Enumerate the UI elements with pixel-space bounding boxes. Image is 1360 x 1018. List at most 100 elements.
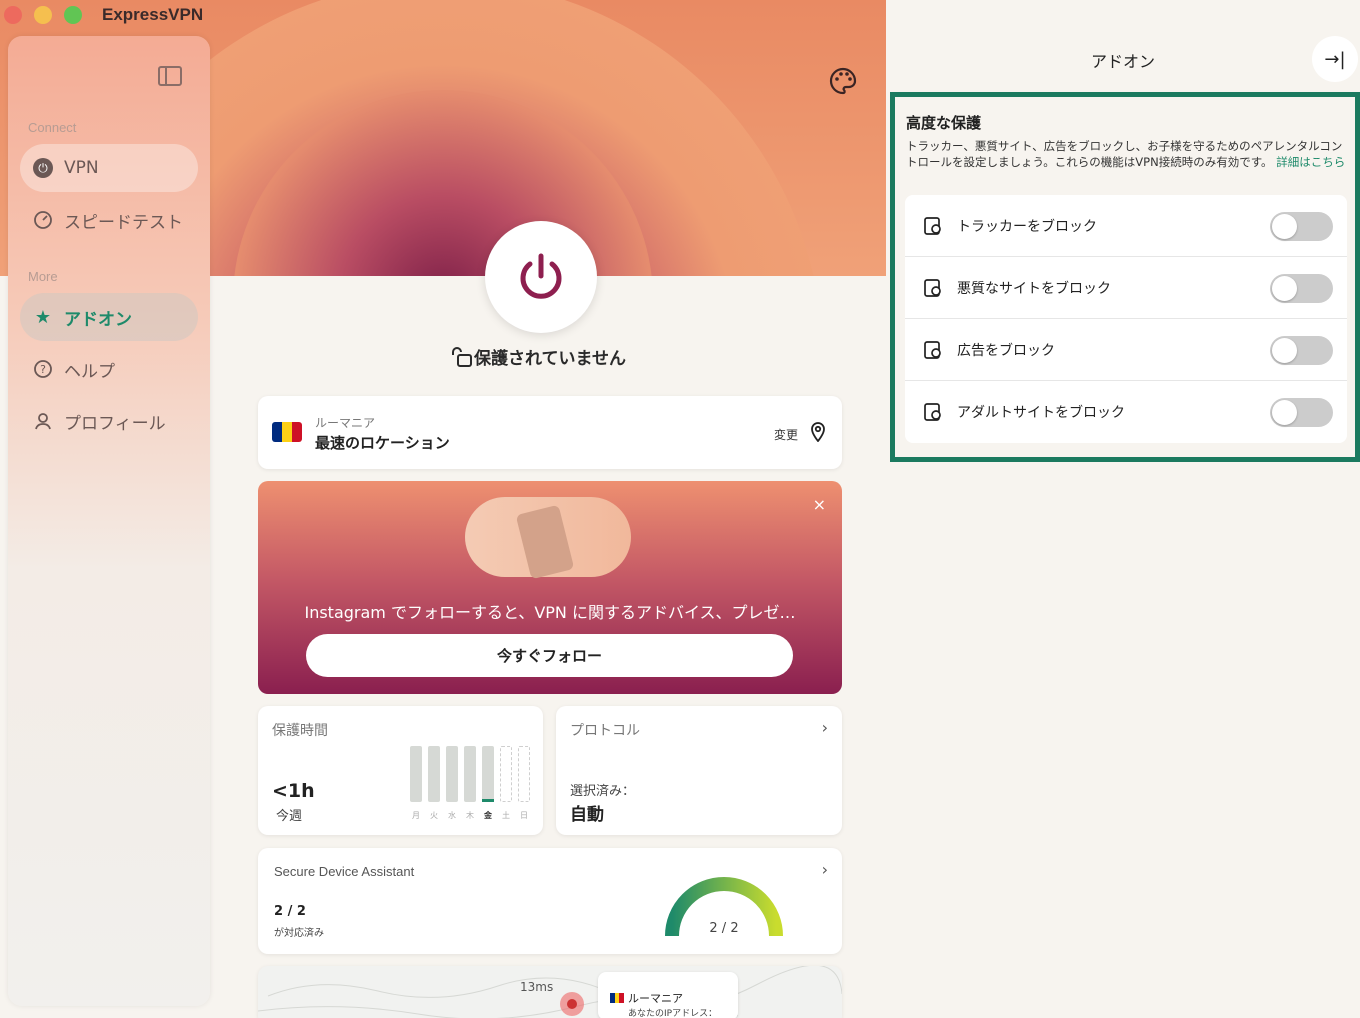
shield-block-icon: [924, 216, 941, 235]
shield-block-icon: [924, 340, 941, 359]
power-icon: ⏻: [32, 157, 54, 179]
map-ip-label: あなたのIPアドレス：: [628, 1009, 718, 1018]
gauge-label: 2 / 2: [709, 921, 738, 936]
power-icon: [520, 253, 562, 299]
advanced-protection-toggles: トラッカーをブロック 悪質なサイトをブロック 広告をブロック アダルトサイトをブ…: [905, 195, 1347, 443]
title-bar: ExpressVPN: [0, 0, 220, 32]
connection-status: 保護されていません: [450, 344, 626, 369]
palette-icon[interactable]: [828, 66, 858, 96]
sidebar-item-vpn[interactable]: ⏻ VPN: [20, 144, 198, 192]
status-text: 保護されていません: [474, 349, 626, 369]
romania-flag-icon: [610, 993, 625, 1003]
star-icon: ★: [34, 306, 52, 328]
sidebar-item-label: ヘルプ: [64, 361, 115, 382]
toggle-label: アダルトサイトをブロック: [957, 405, 1125, 421]
sda-gauge: 2 / 2: [665, 877, 783, 937]
toggle-label: 悪質なサイトをブロック: [957, 280, 1111, 297]
protocol-card[interactable]: プロトコル › 選択済み： 自動: [556, 706, 842, 835]
block-trackers-toggle[interactable]: [1270, 212, 1333, 241]
toggle-row-trackers: トラッカーをブロック: [905, 195, 1347, 257]
block-ads-toggle[interactable]: [1270, 336, 1333, 365]
toggle-row-ads: 広告をブロック: [905, 319, 1347, 381]
sidebar-item-profile[interactable]: プロフィール: [20, 397, 198, 445]
sidebar-item-addons[interactable]: ★ アドオン: [20, 293, 198, 341]
promo-text: Instagram でフォローすると、VPN に関するアドバイス、プレゼ…: [304, 603, 796, 622]
sda-sub: が対応済み: [274, 928, 324, 939]
protection-time-card: 保護時間 月 火 水 木 金 土 日 <1h 今週: [258, 706, 543, 835]
learn-more-link[interactable]: 詳細はこちら: [1276, 155, 1345, 169]
sidebar: Connect ⏻ VPN スピードテスト More ★ アドオン ? ヘルプ …: [8, 36, 210, 1006]
protection-time-value: <1h: [272, 780, 315, 802]
secure-device-assistant-card[interactable]: Secure Device Assistant › 2 / 2 が対応済み 2 …: [258, 848, 842, 954]
shield-block-icon: [924, 403, 941, 421]
zoom-window-button[interactable]: [64, 6, 82, 24]
help-icon: ?: [32, 358, 54, 380]
sda-count: 2 / 2: [274, 904, 306, 919]
close-icon[interactable]: ×: [813, 495, 826, 514]
sidebar-toggle-icon[interactable]: [158, 66, 182, 86]
advanced-protection-title: 高度な保護: [906, 114, 982, 132]
weekday-label: 金: [484, 811, 492, 820]
protocol-selected-label: 選択済み：: [570, 784, 636, 799]
map-country: ルーマニア: [628, 992, 683, 1005]
block-adult-sites-toggle[interactable]: [1270, 398, 1333, 427]
weekday-label: 火: [430, 811, 438, 820]
weekday-labels: 月 火 水 木 金 土 日: [410, 810, 530, 821]
instagram-promo-card: × Instagram でフォローすると、VPN に関するアドバイス、プレゼ… …: [258, 481, 842, 694]
protocol-title: プロトコル: [570, 723, 640, 739]
speedometer-icon: [32, 209, 54, 231]
app-title: ExpressVPN: [102, 5, 204, 24]
close-window-button[interactable]: [4, 6, 22, 24]
svg-text:?: ?: [40, 363, 46, 376]
block-malicious-sites-toggle[interactable]: [1270, 274, 1333, 303]
day-bar-today: [482, 746, 494, 802]
map-card[interactable]: 13ms ルーマニア あなたのIPアドレス：: [258, 966, 842, 1018]
location-pin-icon[interactable]: [810, 422, 826, 442]
sda-title: Secure Device Assistant: [274, 864, 415, 879]
weekday-label: 日: [520, 811, 528, 820]
sidebar-item-label: スピードテスト: [64, 212, 183, 233]
sidebar-item-label: アドオン: [64, 309, 132, 330]
change-location-link[interactable]: 変更: [774, 426, 798, 443]
addons-panel: アドオン →| 高度な保護 トラッカー、悪質サイト、広告をブロックし、お子様を守…: [886, 0, 1360, 1018]
map-location-popup: ルーマニア あなたのIPアドレス：: [598, 972, 738, 1018]
location-name: 最速のロケーション: [315, 434, 450, 452]
protocol-value: 自動: [570, 805, 604, 825]
weekday-label: 土: [502, 811, 510, 820]
toggle-row-malicious-sites: 悪質なサイトをブロック: [905, 257, 1347, 319]
location-country: ルーマニア: [315, 416, 376, 430]
day-bar: [410, 746, 422, 802]
unlock-icon: [452, 346, 472, 367]
day-bar: [464, 746, 476, 802]
shield-block-icon: [924, 278, 941, 297]
connect-power-button[interactable]: [485, 221, 597, 333]
protection-time-title: 保護時間: [272, 723, 328, 739]
weekday-label: 月: [412, 811, 420, 820]
day-bar-future: [518, 746, 530, 802]
user-icon: [32, 410, 54, 432]
sidebar-item-help[interactable]: ? ヘルプ: [20, 345, 198, 393]
day-bar: [428, 746, 440, 802]
latency-label: 13ms: [520, 980, 554, 994]
toggle-label: 広告をブロック: [957, 342, 1055, 359]
sidebar-item-speedtest[interactable]: スピードテスト: [20, 196, 198, 244]
weekday-label: 木: [466, 811, 474, 820]
location-card[interactable]: ルーマニア 最速のロケーション 変更: [258, 396, 842, 469]
advanced-protection-description: トラッカー、悪質サイト、広告をブロックし、お子様を守るためのペアレンタルコントロ…: [906, 138, 1346, 170]
toggle-row-adult-sites: アダルトサイトをブロック: [905, 381, 1347, 443]
minimize-window-button[interactable]: [34, 6, 52, 24]
collapse-panel-icon[interactable]: →|: [1312, 36, 1358, 82]
toggle-label: トラッカーをブロック: [957, 218, 1097, 235]
follow-now-button[interactable]: 今すぐフォロー: [306, 634, 793, 677]
day-bar: [446, 746, 458, 802]
chevron-right-icon: ›: [821, 860, 828, 879]
weekly-bars: [410, 746, 530, 802]
panel-title: アドオン: [1090, 52, 1155, 71]
sidebar-section-connect: Connect: [28, 120, 77, 135]
sidebar-item-label: プロフィール: [64, 413, 166, 434]
weekday-label: 水: [448, 811, 456, 820]
romania-flag-icon: [272, 422, 302, 442]
day-bar-future: [500, 746, 512, 802]
chevron-right-icon: ›: [821, 718, 828, 737]
sidebar-section-more: More: [28, 269, 58, 284]
